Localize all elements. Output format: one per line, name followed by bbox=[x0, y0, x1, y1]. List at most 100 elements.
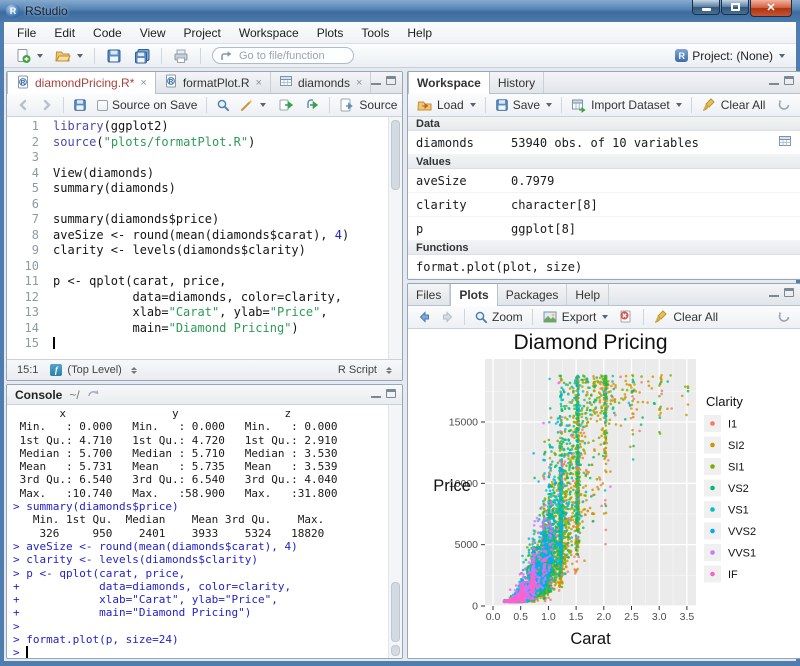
editor-tab-diamondpricingr[interactable]: RdiamondPricing.R*× bbox=[7, 72, 156, 94]
source-button[interactable]: Source bbox=[335, 96, 403, 114]
rerun-button[interactable] bbox=[300, 96, 324, 114]
save-all-button[interactable] bbox=[130, 47, 154, 65]
minimize-icon bbox=[702, 8, 711, 11]
code-line: summary(diamonds$price) bbox=[53, 212, 388, 228]
save-button[interactable] bbox=[102, 47, 126, 65]
toolbar-separator bbox=[206, 97, 207, 113]
pane-max-icon[interactable] bbox=[386, 76, 396, 85]
code-token: summary(diamonds) bbox=[53, 181, 176, 195]
import-dataset-button[interactable]: Import Dataset bbox=[567, 96, 686, 114]
maximize-icon bbox=[731, 3, 740, 11]
close-tab-icon[interactable]: × bbox=[256, 77, 262, 89]
r-file-icon: R bbox=[164, 74, 178, 91]
clear-icon bbox=[701, 97, 717, 113]
pane-min-icon[interactable] bbox=[371, 395, 381, 398]
menu-help[interactable]: Help bbox=[398, 23, 441, 43]
plots-tab-plots[interactable]: Plots bbox=[450, 284, 497, 306]
source-on-save-checkbox[interactable]: Source on Save bbox=[93, 97, 201, 113]
workspace-object-row[interactable]: format.plot(plot, size) bbox=[408, 255, 800, 279]
scrollbar-thumb[interactable] bbox=[391, 120, 400, 190]
workspace-object-row[interactable]: claritycharacter[8] bbox=[408, 193, 800, 217]
data-table-icon[interactable] bbox=[778, 134, 792, 151]
code-token: ) bbox=[248, 135, 255, 149]
maximize-button[interactable] bbox=[721, 0, 749, 15]
pane-min-icon[interactable] bbox=[769, 82, 779, 85]
workspace-object-row[interactable]: diamonds53940 obs. of 10 variables bbox=[408, 131, 800, 155]
pane-min-icon[interactable] bbox=[769, 294, 779, 297]
menu-view[interactable]: View bbox=[131, 23, 175, 43]
scope-selector[interactable]: f (Top Level) bbox=[50, 364, 136, 376]
scrollbar-down-button[interactable] bbox=[391, 645, 400, 656]
editor-scrollbar[interactable] bbox=[388, 117, 402, 359]
workspace-tabstrip: WorkspaceHistory bbox=[408, 72, 800, 94]
scrollbar-thumb[interactable] bbox=[391, 582, 400, 642]
load-workspace-button[interactable]: Load bbox=[413, 96, 480, 114]
pane-window-buttons bbox=[371, 76, 396, 85]
import-dataset-label: Import Dataset bbox=[591, 98, 670, 112]
clear-workspace-button[interactable]: Clear All bbox=[697, 96, 770, 114]
workspace-tab-history[interactable]: History bbox=[490, 72, 544, 93]
open-file-button[interactable] bbox=[51, 47, 87, 65]
code-token: library bbox=[53, 119, 104, 133]
console-input-line: > format.plot(p, size=24) bbox=[13, 633, 388, 646]
menu-plots[interactable]: Plots bbox=[308, 23, 353, 43]
editor-tab-formatplotr[interactable]: RformatPlot.R× bbox=[156, 72, 271, 93]
close-tab-icon[interactable]: × bbox=[356, 77, 362, 89]
zoom-plot-button[interactable]: Zoom bbox=[470, 309, 527, 325]
print-button[interactable] bbox=[169, 47, 193, 65]
working-dir-icon[interactable] bbox=[87, 388, 101, 402]
pane-max-icon[interactable] bbox=[784, 76, 794, 85]
console-input-line: > aveSize <- round(mean(diamonds$carat),… bbox=[13, 540, 388, 553]
project-menu-button[interactable]: R Project: (None) bbox=[671, 48, 789, 64]
clear-plots-button[interactable]: Clear All bbox=[649, 308, 722, 326]
nav-back-button[interactable] bbox=[12, 97, 34, 113]
editor-save-button[interactable] bbox=[69, 97, 91, 113]
code-editor[interactable]: library(ggplot2)source("plots/formatPlot… bbox=[47, 117, 388, 359]
remove-plot-button[interactable] bbox=[614, 308, 638, 326]
minimize-button[interactable] bbox=[692, 0, 720, 15]
remove-plot-icon bbox=[618, 309, 634, 325]
close-button[interactable]: ✕ bbox=[750, 0, 792, 17]
refresh-icon bbox=[777, 310, 791, 324]
new-file-button[interactable] bbox=[11, 47, 47, 65]
refresh-plot-button[interactable] bbox=[773, 309, 795, 325]
close-tab-icon[interactable]: × bbox=[140, 77, 146, 89]
next-plot-button[interactable] bbox=[437, 309, 459, 325]
save-workspace-button[interactable]: Save bbox=[491, 97, 556, 113]
line-number: 7 bbox=[7, 212, 39, 228]
find-replace-button[interactable] bbox=[212, 97, 234, 113]
menu-file[interactable]: File bbox=[8, 23, 45, 43]
save-label: Save bbox=[513, 98, 540, 112]
find-icon bbox=[216, 98, 230, 112]
refresh-workspace-button[interactable] bbox=[773, 97, 795, 113]
workspace-object-row[interactable]: pggplot[8] bbox=[408, 217, 800, 241]
pane-min-icon[interactable] bbox=[371, 82, 381, 85]
code-token: "Diamond Pricing" bbox=[169, 321, 292, 335]
workspace-object-row[interactable]: aveSize0.7979 bbox=[408, 169, 800, 193]
menu-edit[interactable]: Edit bbox=[45, 23, 84, 43]
plots-tab-files[interactable]: Files bbox=[408, 284, 450, 305]
goto-file-input[interactable]: Go to file/function bbox=[212, 47, 354, 64]
code-tools-button[interactable] bbox=[236, 97, 270, 113]
nav-forward-button[interactable] bbox=[36, 97, 58, 113]
menu-workspace[interactable]: Workspace bbox=[230, 23, 308, 43]
line-number: 6 bbox=[7, 197, 39, 213]
pane-max-icon[interactable] bbox=[386, 389, 396, 398]
plots-tab-packages[interactable]: Packages bbox=[498, 284, 568, 305]
console-input-area[interactable]: x y z Min. : 0.000 Min. : 0.000 Min. : 0… bbox=[7, 405, 388, 658]
console-scrollbar[interactable] bbox=[388, 405, 402, 658]
menu-tools[interactable]: Tools bbox=[352, 23, 398, 43]
editor-tab-diamonds[interactable]: diamonds× bbox=[271, 72, 371, 93]
previous-plot-button[interactable] bbox=[413, 309, 435, 325]
pane-max-icon[interactable] bbox=[784, 288, 794, 297]
tab-label: diamondPricing.R* bbox=[35, 76, 134, 90]
plots-tab-help[interactable]: Help bbox=[567, 284, 609, 305]
project-label: Project: (None) bbox=[692, 49, 773, 63]
menu-project[interactable]: Project bbox=[175, 23, 230, 43]
workspace-tab-workspace[interactable]: Workspace bbox=[408, 72, 490, 94]
run-button[interactable] bbox=[274, 96, 298, 114]
file-type-selector[interactable]: R Script bbox=[338, 364, 392, 376]
menu-code[interactable]: Code bbox=[84, 23, 131, 43]
console-output-line: 326 950 2401 3933 5324 18820 bbox=[13, 527, 388, 540]
export-plot-button[interactable]: Export bbox=[538, 308, 613, 326]
